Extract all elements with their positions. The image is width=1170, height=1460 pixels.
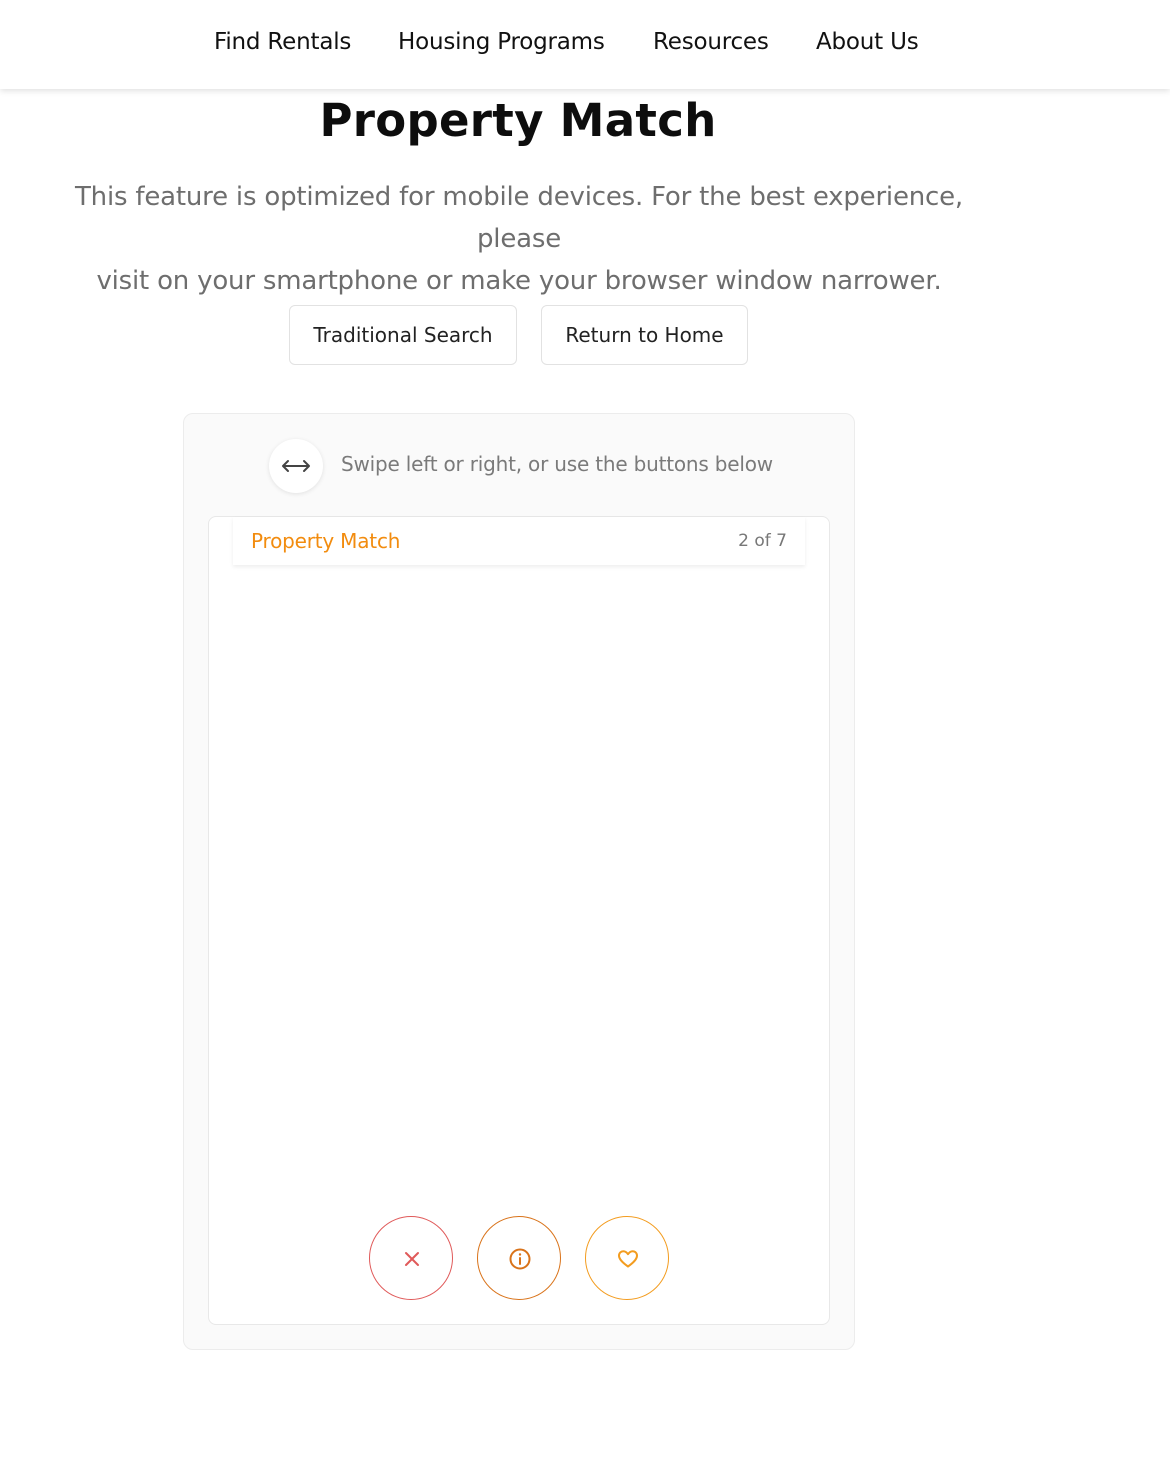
nav-link-housing-programs[interactable]: Housing Programs xyxy=(398,29,605,55)
card-counter: 2 of 7 xyxy=(738,531,787,551)
like-button[interactable] xyxy=(585,1216,669,1300)
heart-icon xyxy=(618,1250,638,1268)
left-right-arrow-icon xyxy=(282,460,310,472)
return-to-home-button[interactable]: Return to Home xyxy=(541,305,748,365)
property-card[interactable]: Property Match 2 of 7 xyxy=(208,516,830,1325)
dislike-button[interactable] xyxy=(369,1216,453,1300)
intro-text-line-1: This feature is optimized for mobile dev… xyxy=(75,182,963,254)
swipe-hint-text: Swipe left or right, or use the buttons … xyxy=(341,452,773,476)
card-title: Property Match xyxy=(251,529,401,553)
traditional-search-button[interactable]: Traditional Search xyxy=(289,305,517,365)
intro-text: This feature is optimized for mobile dev… xyxy=(36,176,1002,302)
property-match-panel: Swipe left or right, or use the buttons … xyxy=(183,413,855,1350)
nav-link-find-rentals[interactable]: Find Rentals xyxy=(214,29,351,55)
nav-link-about-us[interactable]: About Us xyxy=(816,29,919,55)
intro-text-line-2: visit on your smartphone or make your br… xyxy=(96,266,942,296)
swipe-indicator xyxy=(269,439,323,493)
info-button[interactable] xyxy=(477,1216,561,1300)
page-title: Property Match xyxy=(319,94,717,147)
nav-link-resources[interactable]: Resources xyxy=(653,29,769,55)
info-icon xyxy=(509,1248,531,1270)
card-header: Property Match 2 of 7 xyxy=(233,517,805,565)
top-navigation: Find Rentals Housing Programs Resources … xyxy=(0,0,1170,89)
close-icon xyxy=(405,1252,419,1266)
